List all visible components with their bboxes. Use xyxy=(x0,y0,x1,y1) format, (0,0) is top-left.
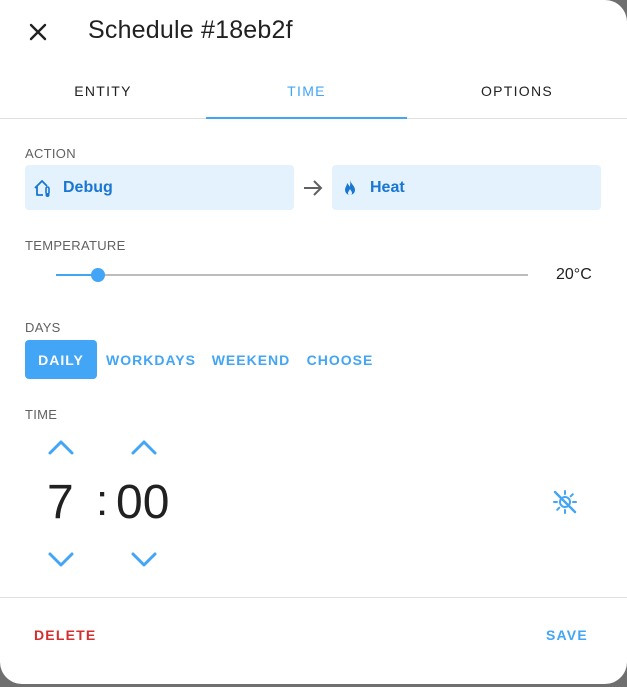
minute-up-icon[interactable] xyxy=(130,438,158,456)
dialog-footer: DELETE SAVE xyxy=(0,597,627,684)
tab-bar: ENTITY TIME OPTIONS xyxy=(0,64,627,119)
close-button[interactable] xyxy=(20,14,56,50)
time-separator: : xyxy=(96,476,109,525)
arrow-right-icon xyxy=(304,180,323,196)
slider-thumb[interactable] xyxy=(91,268,106,282)
days-daily-button[interactable]: DAILY xyxy=(25,340,97,379)
hour-down-icon[interactable] xyxy=(47,550,75,568)
days-workdays-button[interactable]: WORKDAYS xyxy=(106,340,196,379)
sun-off-icon[interactable] xyxy=(551,488,579,516)
tab-time[interactable]: TIME xyxy=(206,64,407,119)
delete-button[interactable]: DELETE xyxy=(34,627,96,643)
action-to-button[interactable]: Heat xyxy=(332,165,601,210)
temperature-section-label: TEMPERATURE xyxy=(25,238,126,253)
minute-down-icon[interactable] xyxy=(130,550,158,568)
time-hours[interactable]: 7 xyxy=(47,479,74,527)
tab-entity[interactable]: ENTITY xyxy=(0,64,206,118)
slider-track xyxy=(56,274,528,276)
dialog-header: Schedule #18eb2f xyxy=(0,0,627,64)
days-weekend-button[interactable]: WEEKEND xyxy=(210,340,292,379)
schedule-dialog: Schedule #18eb2f ENTITY TIME OPTIONS ACT… xyxy=(0,0,627,684)
save-button[interactable]: SAVE xyxy=(546,627,588,643)
action-to-label: Heat xyxy=(370,178,405,196)
hour-up-icon[interactable] xyxy=(47,438,75,456)
home-thermometer-icon xyxy=(34,179,50,197)
temperature-slider[interactable] xyxy=(56,265,528,285)
tab-options[interactable]: OPTIONS xyxy=(407,64,627,118)
action-from-label: Debug xyxy=(63,178,113,196)
temperature-value: 20°C xyxy=(556,266,592,283)
days-section-label: DAYS xyxy=(25,320,61,335)
time-minutes[interactable]: 00 xyxy=(116,479,169,527)
action-section-label: ACTION xyxy=(25,146,76,161)
close-icon xyxy=(29,23,47,41)
fire-icon xyxy=(345,179,355,195)
days-choose-button[interactable]: CHOOSE xyxy=(304,340,376,379)
dialog-title: Schedule #18eb2f xyxy=(88,16,293,44)
action-from-button[interactable]: Debug xyxy=(25,165,294,210)
time-section-label: TIME xyxy=(25,407,58,422)
